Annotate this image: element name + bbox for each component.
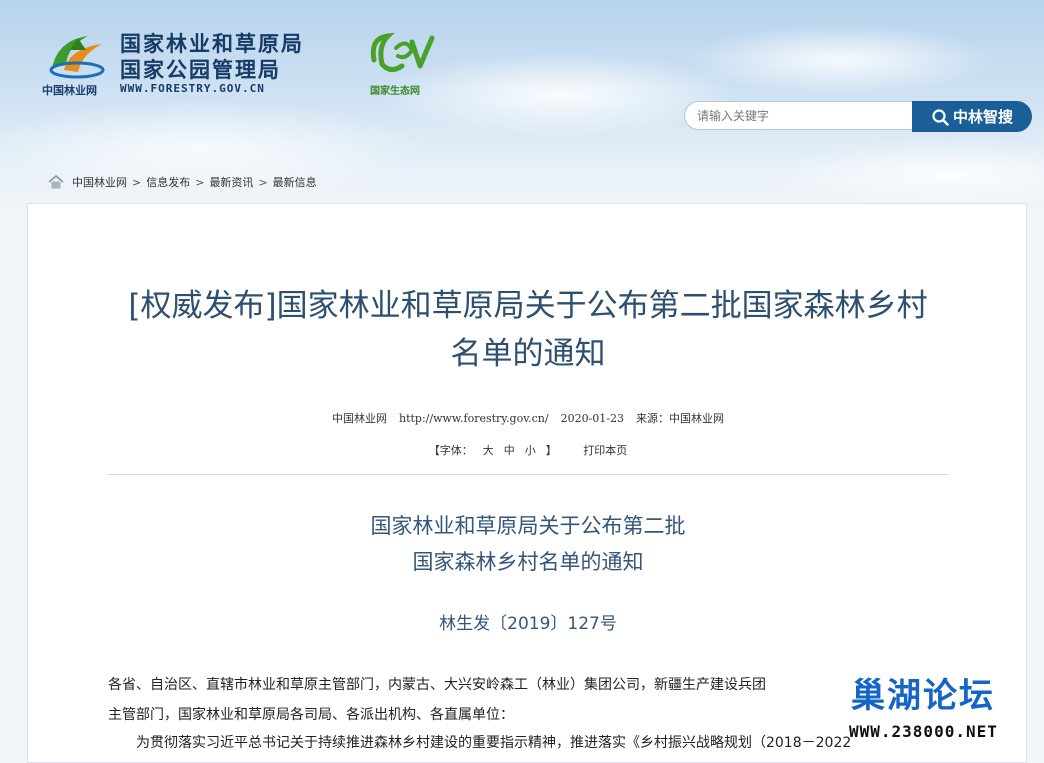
document-title-line1: 国家林业和草原局关于公布第二批 <box>370 514 686 538</box>
meta-source: 来源：中国林业网 <box>636 412 724 425</box>
logo-caption: 中国林业网 <box>42 84 97 97</box>
article-title-line2: 名单的通知 <box>450 336 606 372</box>
font-size-large[interactable]: 大 <box>483 444 494 457</box>
watermark-url: WWW.238000.NET <box>849 722 998 741</box>
eco-network-label: 国家生态网 <box>370 86 420 97</box>
breadcrumb-item-info[interactable]: 信息发布 <box>146 174 190 190</box>
search-button[interactable]: 中林智搜 <box>912 101 1032 132</box>
home-icon[interactable] <box>48 175 64 189</box>
font-size-label: 【字体： <box>428 444 473 457</box>
breadcrumb: 中国林业网 > 信息发布 > 最新资讯 > 最新信息 <box>48 174 317 190</box>
print-page-link[interactable]: 打印本页 <box>583 444 627 457</box>
body-paragraph-2: 主管部门，国家林业和草原局各司局、各派出机构、各直属单位： <box>108 707 514 723</box>
article-tools: 【字体： 大中小】 打印本页 <box>28 442 1028 458</box>
breadcrumb-item-home[interactable]: 中国林业网 <box>72 174 127 190</box>
org-url: WWW.FORESTRY.GOV.CN <box>120 82 265 95</box>
font-size-small[interactable]: 小 <box>525 444 536 457</box>
breadcrumb-separator: > <box>132 175 142 189</box>
forestry-emblem-icon <box>49 36 105 79</box>
meta-url[interactable]: http://www.forestry.gov.cn/ <box>399 412 549 425</box>
font-size-medium[interactable]: 中 <box>504 444 515 457</box>
eco-network-logo-icon <box>370 32 435 72</box>
search-button-label: 中林智搜 <box>952 108 1013 126</box>
org-name-line2: 国家公园管理局 <box>120 58 281 82</box>
breadcrumb-separator: > <box>258 175 268 189</box>
site-logo[interactable]: 中国林业网 国家林业和草原局 国家公园管理局 WWW.FORESTRY.GOV.… <box>40 24 435 104</box>
breadcrumb-separator: > <box>195 175 205 189</box>
watermark: 巢湖论坛 WWW.238000.NET <box>845 668 1035 753</box>
document-title-line2: 国家森林乡村名单的通知 <box>412 550 644 574</box>
search-input[interactable] <box>684 101 914 130</box>
article-title-line1: [权威发布]国家林业和草原局关于公布第二批国家森林乡村 <box>128 288 928 324</box>
watermark-title: 巢湖论坛 <box>851 676 995 716</box>
article-meta: 中国林业网 http://www.forestry.gov.cn/2020-01-… <box>28 410 1028 426</box>
breadcrumb-item-news[interactable]: 最新资讯 <box>209 174 253 190</box>
meta-date: 2020-01-23 <box>560 412 624 425</box>
search-icon <box>932 108 949 126</box>
meta-site: 中国林业网 <box>331 412 387 425</box>
breadcrumb-item-latest[interactable]: 最新信息 <box>273 174 317 190</box>
font-size-close: 】 <box>545 444 557 457</box>
divider <box>108 474 948 475</box>
document-number: 林生发〔2019〕127号 <box>439 614 617 634</box>
search-bar: 中林智搜 <box>684 101 1032 132</box>
body-paragraph-1: 各省、自治区、直辖市林业和草原主管部门，内蒙古、大兴安岭森工（林业）集团公司，新… <box>108 677 766 693</box>
